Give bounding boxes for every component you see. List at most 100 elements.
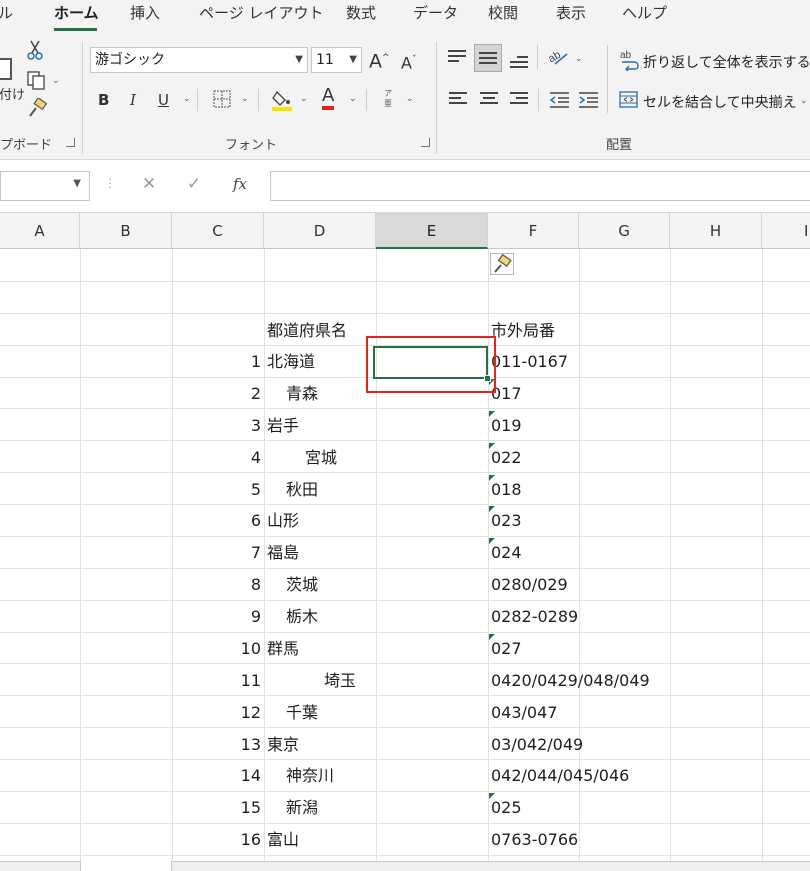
tab-data[interactable]: データ — [413, 2, 458, 23]
italic-button[interactable]: I — [130, 90, 136, 110]
area-code-cell[interactable]: 043/047 — [491, 697, 557, 728]
merge-center-icon[interactable] — [619, 91, 639, 109]
column-header-h[interactable]: H — [670, 213, 762, 249]
area-code-cell[interactable]: 0280/029 — [491, 569, 568, 600]
row-number-cell[interactable]: 3 — [172, 410, 261, 441]
column-header-e[interactable]: E — [376, 213, 488, 249]
align-top-icon[interactable] — [448, 50, 466, 64]
prefecture-cell[interactable]: 茨城 — [286, 569, 318, 600]
column-header-i[interactable]: I — [762, 213, 810, 249]
cancel-entry-button[interactable]: ✕ — [142, 174, 156, 194]
decrease-indent-icon[interactable] — [549, 91, 571, 109]
fill-color-icon[interactable] — [271, 88, 295, 112]
orientation-icon[interactable]: ab — [547, 48, 571, 68]
prefecture-cell[interactable]: 栃木 — [286, 601, 318, 632]
paste-icon[interactable] — [0, 58, 12, 80]
font-color-dropdown-chevron-icon[interactable]: ⌄ — [349, 94, 357, 104]
tab-home[interactable]: ホーム — [54, 2, 99, 23]
formula-bar-grip-icon[interactable]: ⋮ — [104, 176, 116, 190]
phonetic-guide-button[interactable]: ア亜 — [384, 89, 394, 109]
insert-function-button[interactable]: fx — [233, 175, 247, 193]
confirm-entry-button[interactable]: ✓ — [187, 174, 201, 194]
area-code-cell[interactable]: 0282-0289 — [491, 601, 578, 632]
area-code-cell[interactable]: 023 — [491, 505, 522, 536]
area-code-cell[interactable]: 027 — [491, 633, 522, 664]
error-indicator-icon[interactable] — [489, 475, 495, 481]
prefecture-cell[interactable]: 岩手 — [267, 410, 299, 441]
prefecture-cell[interactable]: 東京 — [267, 729, 299, 760]
row-number-cell[interactable]: 15 — [172, 792, 261, 823]
paste-options-button[interactable] — [490, 253, 514, 275]
row-number-cell[interactable]: 9 — [172, 601, 261, 632]
error-indicator-icon[interactable] — [489, 443, 495, 449]
clipboard-dialog-launcher-icon[interactable] — [66, 138, 75, 147]
font-dialog-launcher-icon[interactable] — [421, 138, 430, 147]
wrap-text-button[interactable]: 折り返して全体を表示する — [643, 52, 810, 72]
prefecture-cell[interactable]: 北海道 — [267, 346, 315, 377]
row-number-cell[interactable]: 4 — [172, 442, 261, 473]
font-color-button[interactable]: A — [322, 86, 335, 110]
font-size-combobox[interactable]: 11 ▼ — [311, 47, 362, 73]
prefecture-cell[interactable]: 群馬 — [267, 633, 299, 664]
tab-help[interactable]: ヘルプ — [622, 2, 667, 23]
format-painter-icon[interactable] — [26, 98, 48, 120]
error-indicator-icon[interactable] — [489, 538, 495, 544]
row-number-cell[interactable]: 1 — [172, 346, 261, 377]
prefecture-cell[interactable]: 神奈川 — [286, 760, 334, 791]
row-number-cell[interactable]: 16 — [172, 824, 261, 855]
row-number-cell[interactable]: 13 — [172, 729, 261, 760]
prefecture-cell[interactable]: 千葉 — [286, 697, 318, 728]
prefecture-cell[interactable]: 富山 — [267, 824, 299, 855]
cut-icon[interactable] — [26, 40, 44, 60]
error-indicator-icon[interactable] — [489, 634, 495, 640]
error-indicator-icon[interactable] — [489, 411, 495, 417]
area-code-cell[interactable]: 025 — [491, 792, 522, 823]
align-left-icon[interactable] — [449, 92, 467, 106]
align-bottom-icon[interactable] — [510, 56, 528, 70]
area-code-cell[interactable]: 019 — [491, 410, 522, 441]
column-header-f[interactable]: F — [488, 213, 579, 249]
prefecture-cell[interactable]: 新潟 — [286, 792, 318, 823]
borders-icon[interactable] — [213, 90, 233, 110]
formula-input[interactable] — [270, 171, 810, 201]
merge-dropdown-chevron-icon[interactable]: ⌄ — [800, 96, 808, 106]
copy-icon[interactable] — [26, 70, 48, 90]
column-header-b[interactable]: B — [80, 213, 172, 249]
align-right-icon[interactable] — [510, 92, 528, 106]
area-code-cell[interactable]: 011-0167 — [491, 346, 568, 377]
row-number-cell[interactable]: 5 — [172, 474, 261, 505]
column-header-g[interactable]: G — [579, 213, 670, 249]
decrease-font-size-button[interactable]: Aˇ — [401, 50, 416, 73]
prefecture-cell[interactable]: 宮城 — [305, 442, 337, 473]
bold-button[interactable]: B — [98, 90, 109, 110]
column-header-a[interactable]: A — [0, 213, 80, 249]
tab-page-layout[interactable]: ページ レイアウト — [199, 2, 323, 23]
merge-center-button[interactable]: セルを結合して中央揃え — [643, 92, 797, 112]
tab-file[interactable]: ル — [0, 2, 13, 23]
paste-button-label[interactable]: 付け — [0, 84, 25, 103]
prefecture-cell[interactable]: 山形 — [267, 505, 299, 536]
column-header-c[interactable]: C — [172, 213, 264, 249]
name-box[interactable]: ▼ — [0, 171, 90, 201]
tab-view[interactable]: 表示 — [556, 2, 586, 23]
area-code-cell[interactable]: 0763-0766 — [491, 824, 578, 855]
error-indicator-icon[interactable] — [489, 506, 495, 512]
tab-formulas[interactable]: 数式 — [346, 2, 376, 23]
font-name-combobox[interactable]: 游ゴシック ▼ — [90, 47, 308, 73]
tab-insert[interactable]: 挿入 — [130, 2, 160, 23]
name-box-chevron-down-icon[interactable]: ▼ — [73, 178, 81, 189]
area-code-cell[interactable]: 018 — [491, 474, 522, 505]
area-code-cell[interactable]: 03/042/049 — [491, 729, 583, 760]
row-number-cell[interactable]: 2 — [172, 378, 261, 409]
prefecture-cell[interactable]: 福島 — [267, 537, 299, 568]
prefecture-cell[interactable]: 埼玉 — [324, 665, 356, 696]
increase-indent-icon[interactable] — [578, 91, 600, 109]
increase-font-size-button[interactable]: A^ — [369, 48, 390, 71]
header-cell-prefecture[interactable]: 都道府県名 — [267, 315, 347, 346]
worksheet-grid[interactable]: A B C D E F G H I 都道府県名 市外局番 1 北海道 011-016… — [0, 213, 810, 861]
underline-button[interactable]: U — [158, 90, 169, 110]
row-number-cell[interactable]: 11 — [172, 665, 261, 696]
area-code-cell[interactable]: 042/044/045/046 — [491, 760, 629, 791]
row-number-cell[interactable]: 8 — [172, 569, 261, 600]
borders-dropdown-chevron-icon[interactable]: ⌄ — [241, 94, 249, 104]
